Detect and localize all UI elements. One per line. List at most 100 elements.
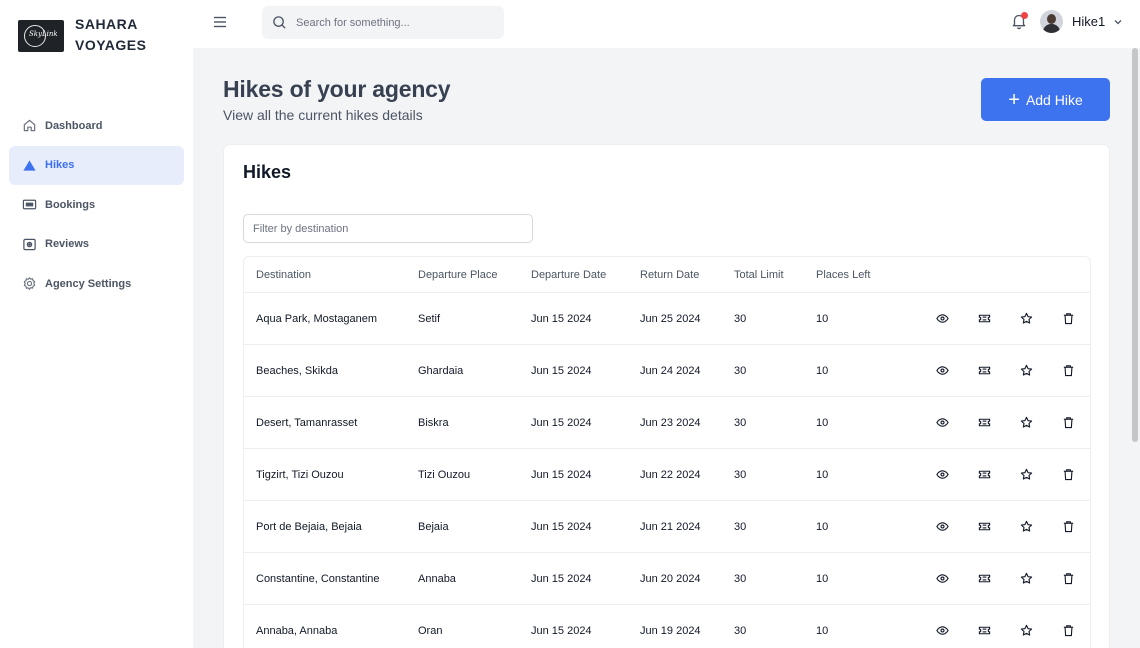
trash-button[interactable] (1047, 361, 1089, 381)
sidebar-nav: Dashboard Hikes Bookings Reviews Agency … (9, 106, 184, 304)
menu-icon[interactable] (213, 15, 227, 29)
search-input[interactable] (296, 16, 496, 29)
eye-button[interactable] (921, 569, 963, 589)
column-header[interactable]: Departure Date (519, 257, 628, 293)
trash-icon (1062, 572, 1075, 585)
table-cell: Oran (406, 605, 519, 648)
sidebar-item-label: Agency Settings (45, 277, 132, 290)
table-cell: 10 (804, 449, 894, 501)
plus-icon: + (1008, 88, 1020, 111)
row-actions (894, 345, 1090, 397)
notification-bell[interactable] (1010, 12, 1028, 30)
user-menu[interactable]: Hike1 (1040, 10, 1123, 33)
trash-button[interactable] (1047, 413, 1089, 433)
sidebar-item-agency-settings[interactable]: Agency Settings (9, 264, 184, 303)
star-button[interactable] (1005, 465, 1047, 485)
add-hike-button[interactable]: + Add Hike (981, 78, 1110, 121)
ticket-icon (978, 468, 991, 481)
eye-icon (935, 416, 949, 429)
eye-button[interactable] (921, 413, 963, 433)
table-cell: Port de Bejaia, Bejaia (244, 501, 406, 553)
brand-name: SAHARA VOYAGES (75, 16, 147, 53)
star-button[interactable] (1005, 621, 1047, 641)
eye-button[interactable] (921, 621, 963, 641)
table-cell: Aqua Park, Mostaganem (244, 293, 406, 345)
star-button[interactable] (1005, 569, 1047, 589)
ticket-button[interactable] (963, 621, 1005, 641)
table-cell: 30 (722, 553, 804, 605)
trash-icon (1062, 468, 1075, 481)
table-cell: Beaches, Skikda (244, 345, 406, 397)
table-row: Aqua Park, Mostaganem Setif Jun 15 2024 Jun… (244, 293, 1090, 345)
table-row: Beaches, Skikda Ghardaia Jun 15 2024 Jun 24… (244, 345, 1090, 397)
trash-button[interactable] (1047, 569, 1089, 589)
table-cell: 30 (722, 605, 804, 648)
chevron-down-icon (1114, 19, 1122, 24)
column-header[interactable]: Destination (244, 257, 406, 293)
table-cell: Jun 15 2024 (519, 293, 628, 345)
sidebar-item-dashboard[interactable]: Dashboard (9, 106, 184, 145)
ticket-button[interactable] (963, 309, 1005, 329)
trash-button[interactable] (1047, 309, 1089, 329)
table-cell: 30 (722, 293, 804, 345)
sidebar-item-hikes[interactable]: Hikes (9, 145, 184, 185)
ticket-button[interactable] (963, 413, 1005, 433)
hikes-card: Hikes Destination Departure Place Depart… (223, 144, 1110, 648)
table-row: Port de Bejaia, Bejaia Bejaia Jun 15 2024 J… (244, 501, 1090, 553)
sidebar-item-bookings[interactable]: Bookings (9, 185, 184, 224)
trash-icon (1062, 312, 1075, 325)
eye-button[interactable] (921, 465, 963, 485)
trash-icon (1062, 364, 1075, 377)
eye-button[interactable] (921, 309, 963, 329)
ticket-icon (978, 364, 991, 377)
row-actions (894, 501, 1090, 553)
star-button[interactable] (1005, 361, 1047, 381)
ticket-icon (978, 312, 991, 325)
trash-button[interactable] (1047, 621, 1089, 641)
eye-button[interactable] (921, 517, 963, 537)
filter-destination-input[interactable] (243, 214, 533, 243)
eye-button[interactable] (921, 361, 963, 381)
table-cell: Jun 21 2024 (628, 501, 722, 553)
column-header[interactable]: Places Left (804, 257, 894, 293)
table-cell: 30 (722, 449, 804, 501)
ticket-button[interactable] (963, 361, 1005, 381)
table-cell: 10 (804, 553, 894, 605)
table-cell: Jun 15 2024 (519, 449, 628, 501)
column-header[interactable]: Total Limit (722, 257, 804, 293)
ticket-icon (978, 416, 991, 429)
sidebar-item-label: Reviews (45, 238, 90, 250)
trash-icon (1062, 624, 1075, 637)
review-icon (21, 236, 37, 252)
star-button[interactable] (1005, 309, 1047, 329)
ticket-button[interactable] (963, 517, 1005, 537)
gear-icon (21, 276, 37, 292)
ticket-button[interactable] (963, 569, 1005, 589)
hikes-table: Destination Departure Place Departure Da… (243, 256, 1091, 648)
row-actions (894, 397, 1090, 449)
user-name: Hike1 (1072, 14, 1106, 29)
table-cell: Jun 25 2024 (628, 293, 722, 345)
row-actions (894, 605, 1090, 648)
column-header[interactable]: Departure Place (406, 257, 519, 293)
page-scrollbar[interactable] (1132, 48, 1138, 442)
brand-logo[interactable]: SkyLink SAHARA VOYAGES (18, 14, 146, 56)
trash-button[interactable] (1047, 465, 1089, 485)
table-cell: Desert, Tamanrasset (244, 397, 406, 449)
table-cell: Annaba (406, 553, 519, 605)
table-cell: Jun 19 2024 (628, 605, 722, 648)
table-row: Constantine, Constantine Annaba Jun 15 202… (244, 553, 1090, 605)
trash-button[interactable] (1047, 517, 1089, 537)
ticket-button[interactable] (963, 465, 1005, 485)
star-button[interactable] (1005, 517, 1047, 537)
home-icon (21, 118, 37, 134)
mountain-icon (21, 157, 37, 173)
star-icon (1020, 312, 1033, 325)
sidebar-item-reviews[interactable]: Reviews (9, 225, 184, 264)
star-button[interactable] (1005, 413, 1047, 433)
table-cell: 10 (804, 293, 894, 345)
ticket-icon (978, 520, 991, 533)
table-row: Desert, Tamanrasset Biskra Jun 15 2024 Jun … (244, 397, 1090, 449)
ticket-icon (978, 624, 991, 637)
column-header[interactable]: Return Date (628, 257, 722, 293)
